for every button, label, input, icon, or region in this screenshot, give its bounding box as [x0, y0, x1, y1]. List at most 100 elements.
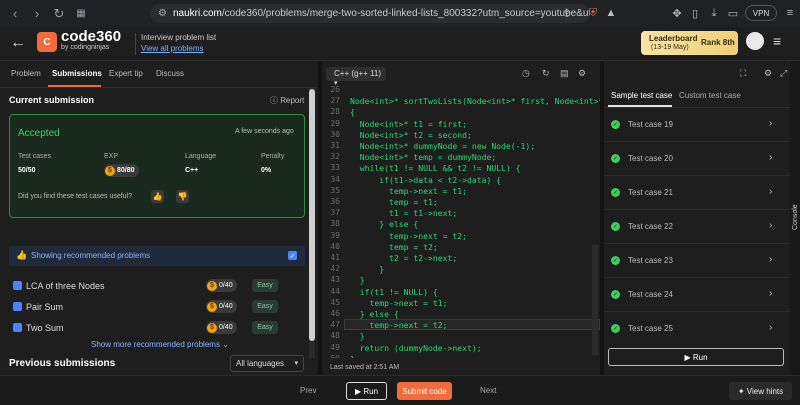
- recommended-checkbox[interactable]: ✓: [288, 251, 297, 260]
- avatar[interactable]: [746, 32, 764, 50]
- tab-submissions[interactable]: Submissions: [52, 69, 102, 78]
- test-case-item[interactable]: ✓ Test case 21 ›: [604, 176, 790, 210]
- code-line[interactable]: Node<int>* t1 = first;: [350, 119, 467, 129]
- fullscreen-icon[interactable]: ⤢: [780, 68, 787, 79]
- run-button[interactable]: ▶ Run: [346, 382, 387, 400]
- test-case-item[interactable]: ✓ Test case 24 ›: [604, 278, 790, 312]
- forward-nav-icon[interactable]: ›: [26, 3, 48, 25]
- recommended-problem-item[interactable]: Two Sum $0/40 Easy: [13, 321, 303, 337]
- code-line[interactable]: return (dummyNode->next);: [350, 343, 482, 353]
- code-line[interactable]: temp->next = t2;: [350, 231, 467, 241]
- code-line[interactable]: Node<int>* t2 = second;: [350, 130, 472, 140]
- apps-grid-icon[interactable]: ▦: [70, 3, 92, 25]
- test-case-item[interactable]: ✓ Test case 22 ›: [604, 210, 790, 244]
- share-icon[interactable]: ⇪: [560, 6, 574, 20]
- code-line[interactable]: temp = t2;: [350, 242, 438, 252]
- hamburger-menu-icon[interactable]: ≡: [773, 33, 781, 49]
- test-case-item[interactable]: ✓ Test case 23 ›: [604, 244, 790, 278]
- line-number: 44: [330, 286, 340, 296]
- show-more-link[interactable]: Show more recommended problems ⌄: [91, 340, 229, 349]
- problem-points-value: 0/40: [219, 324, 233, 331]
- address-bar[interactable]: ⚙ naukri.com /code360/problems/merge-two…: [150, 4, 590, 23]
- download-icon[interactable]: ⤓: [707, 6, 721, 20]
- test-case-item[interactable]: ✓ Test case 19 ›: [604, 108, 790, 142]
- code-line[interactable]: } else {: [350, 219, 418, 229]
- console-label[interactable]: Console: [792, 204, 799, 230]
- settings-icon[interactable]: ⚙: [764, 68, 772, 79]
- tab-sample-test-case[interactable]: Sample test case: [611, 91, 672, 100]
- code-line[interactable]: temp->next = t2;: [350, 320, 447, 330]
- code-line[interactable]: t1 = t1->next;: [350, 208, 457, 218]
- test-case-item[interactable]: ✓ Test case 20 ›: [604, 142, 790, 176]
- language-filter-select[interactable]: All languages ▾: [230, 355, 304, 372]
- submit-code-button[interactable]: Submit code: [397, 382, 452, 400]
- back-arrow-icon[interactable]: ←: [10, 34, 26, 52]
- code-line[interactable]: Node<int>* sortTwoLists(Node<int>* first…: [350, 96, 600, 106]
- wallet-icon[interactable]: ▭: [726, 6, 740, 20]
- code-editor-panel: C++ (g++ 11) ▾ ◷ ↻ ▤ ⚙ 26 27 28 29 30 31 32 33 3…: [322, 61, 600, 375]
- sidebar-icon[interactable]: ▯: [688, 6, 702, 20]
- view-all-problems-link[interactable]: View all problems: [141, 43, 216, 54]
- test-case-item[interactable]: ✓ Test case 25 ›: [604, 312, 790, 346]
- expand-icon[interactable]: ⛶: [740, 68, 746, 79]
- code-line[interactable]: }: [350, 275, 365, 285]
- code-line[interactable]: if(t1 != NULL) {: [350, 287, 438, 297]
- tab-discuss[interactable]: Discuss: [156, 69, 184, 78]
- run-test-button[interactable]: ▶ Run: [608, 348, 784, 366]
- problem-name[interactable]: Two Sum: [26, 323, 64, 333]
- run-test-label: Run: [692, 352, 708, 362]
- extensions-icon[interactable]: ✥: [670, 6, 684, 20]
- settings-icon[interactable]: ⚙: [578, 68, 586, 79]
- code-line[interactable]: Node<int>* dummyNode = new Node(-1);: [350, 141, 535, 151]
- problem-name[interactable]: Pair Sum: [26, 302, 63, 312]
- thumbs-up-icon[interactable]: 👍: [151, 190, 164, 203]
- code-line[interactable]: } else {: [350, 309, 399, 319]
- code-line[interactable]: }: [350, 331, 365, 341]
- code-line[interactable]: }: [350, 264, 384, 274]
- rewards-icon[interactable]: ▲: [604, 6, 618, 20]
- tab-expert-tip[interactable]: Expert tip: [109, 69, 143, 78]
- difficulty-badge: Easy: [252, 300, 278, 313]
- chevron-right-icon: ›: [769, 254, 773, 265]
- layout-icon[interactable]: ▤: [560, 68, 569, 79]
- tab-custom-test-case[interactable]: Custom test case: [679, 91, 741, 100]
- code-line[interactable]: while(t1 != NULL && t2 != NULL) {: [350, 163, 521, 173]
- footer-bar: Prev ▶ Run Submit code Next ✦ View hints: [0, 375, 800, 405]
- coin-icon: $: [207, 301, 217, 312]
- check-icon: ✓: [611, 188, 620, 197]
- timer-icon[interactable]: ◷: [522, 68, 530, 79]
- editor-language-dropdown[interactable]: C++ (g++ 11) ▾: [326, 67, 386, 87]
- code-line[interactable]: temp->next = t1;: [350, 298, 447, 308]
- site-info-icon[interactable]: ⚙: [158, 8, 167, 19]
- brave-shield-icon[interactable]: ⛨: [586, 6, 600, 20]
- problem-points: $0/40: [206, 300, 237, 313]
- reset-icon[interactable]: ↻: [542, 68, 550, 79]
- code-line[interactable]: if(t1->data < t2->data) {: [350, 175, 501, 185]
- back-nav-icon[interactable]: ‹: [4, 3, 26, 25]
- code-line[interactable]: Node<int>* temp = dummyNode;: [350, 152, 496, 162]
- reload-icon[interactable]: ↻: [48, 3, 70, 25]
- view-hints-button[interactable]: ✦ View hints: [729, 382, 792, 400]
- report-button[interactable]: ⓘ Report: [270, 95, 304, 106]
- thumbs-down-icon[interactable]: 👎: [176, 190, 189, 203]
- recommended-problem-item[interactable]: Pair Sum $0/40 Easy: [13, 300, 303, 316]
- logo[interactable]: C code360 by codingninjas: [37, 29, 121, 53]
- next-button[interactable]: Next: [480, 386, 496, 395]
- editor-scrollbar[interactable]: [592, 245, 598, 355]
- line-number: 48: [330, 331, 340, 341]
- lightbulb-icon: ✦: [737, 386, 747, 396]
- problem-name[interactable]: LCA of three Nodes: [26, 281, 105, 291]
- leaderboard-badge[interactable]: Leaderboard (13-19 May) Rank 8th: [641, 31, 738, 55]
- recommended-problem-item[interactable]: LCA of three Nodes $0/40 Easy: [13, 279, 303, 295]
- tab-problem[interactable]: Problem: [11, 69, 41, 78]
- code-line[interactable]: temp = t1;: [350, 197, 438, 207]
- code-line[interactable]: }: [350, 354, 355, 358]
- code-area[interactable]: 26 27 28 29 30 31 32 33 34 35 36 37 38 39 40 41 42 43 44 45…: [322, 85, 600, 358]
- code-line[interactable]: {: [350, 107, 355, 117]
- left-scrollbar-thumb[interactable]: [309, 89, 315, 341]
- code-line[interactable]: t2 = t2->next;: [350, 253, 457, 263]
- prev-button[interactable]: Prev: [300, 386, 316, 395]
- code-line[interactable]: temp->next = t1;: [350, 186, 467, 196]
- browser-menu-icon[interactable]: ≡: [783, 6, 797, 20]
- vpn-button[interactable]: VPN: [745, 5, 777, 21]
